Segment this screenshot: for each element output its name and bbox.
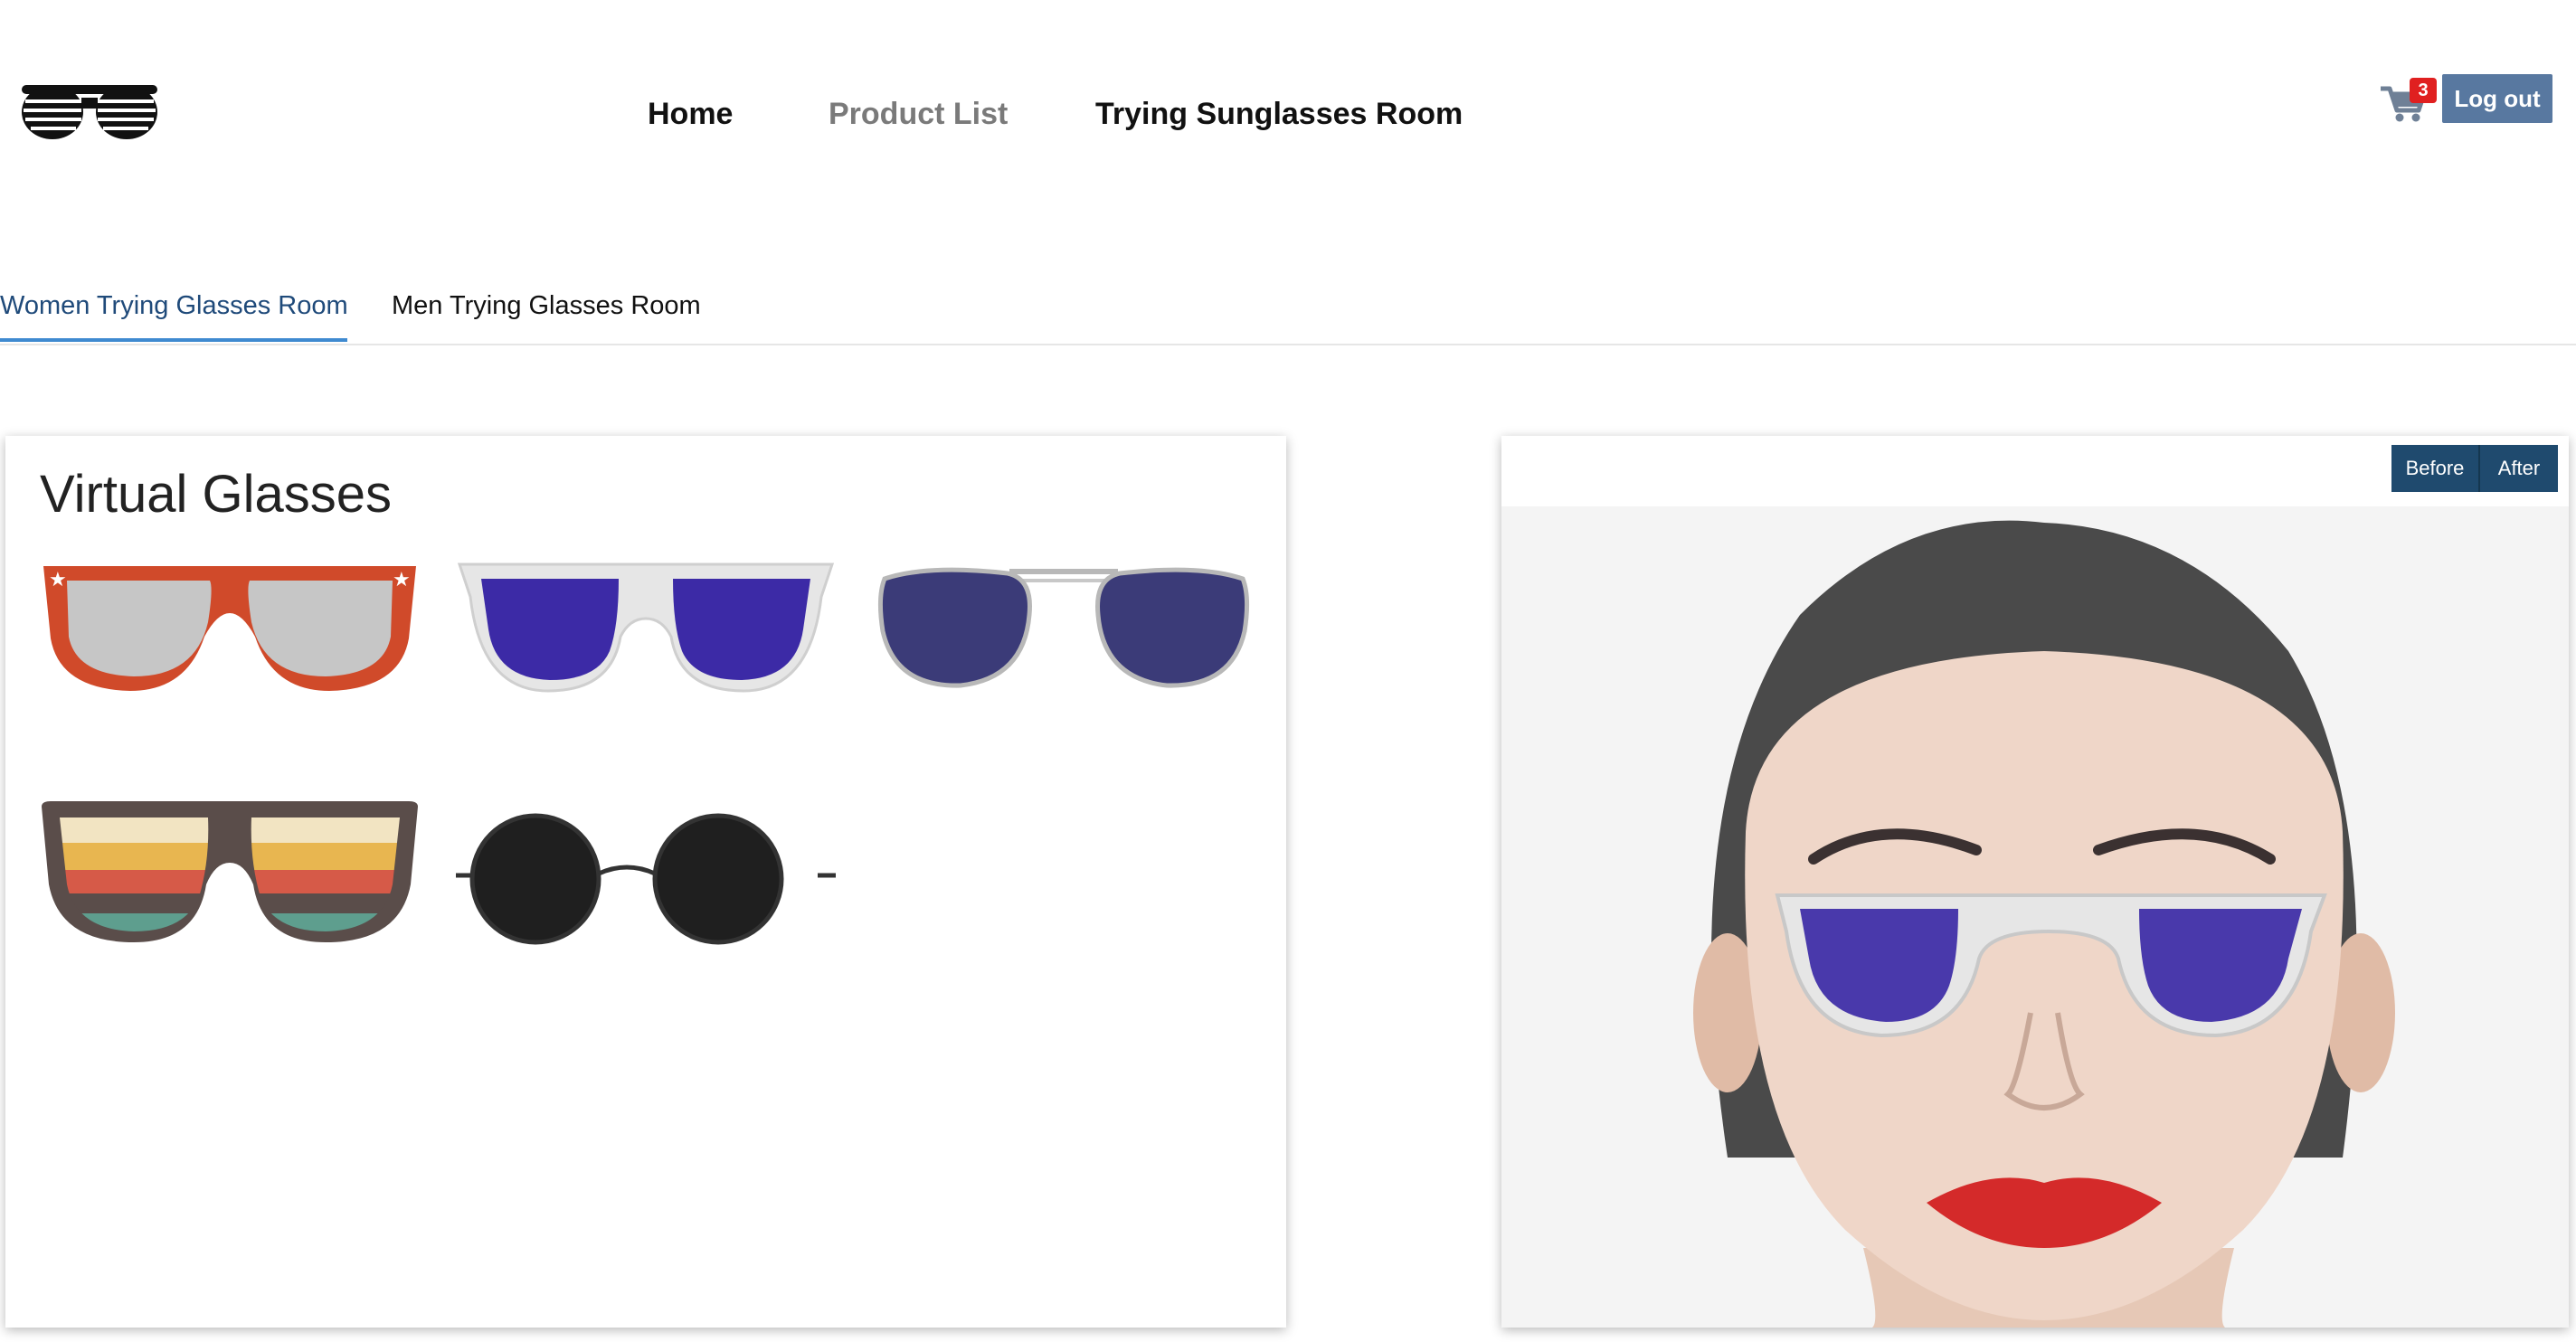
shutter-shades-logo[interactable] (18, 80, 161, 143)
white-frame-purple-lens-sunglasses-icon[interactable] (456, 561, 836, 723)
room-tabs: Women Trying Glasses Room Men Trying Gla… (0, 271, 2576, 345)
red-wayfarer-sunglasses-icon[interactable]: ★ ★ (40, 561, 420, 723)
round-black-sunglasses-icon[interactable] (456, 798, 836, 960)
nav-home-link[interactable]: Home (648, 94, 733, 134)
top-navbar: Home Product List Trying Sunglasses Room… (0, 0, 2576, 226)
svg-text:★: ★ (49, 568, 67, 591)
nav-trying-room-link[interactable]: Trying Sunglasses Room (1095, 94, 1463, 134)
striped-lens-sunglasses-icon[interactable] (40, 798, 420, 960)
cart-count-badge: 3 (2410, 78, 2437, 103)
virtual-glasses-panel: Virtual Glasses ★ ★ (5, 436, 1286, 1328)
tab-men-room[interactable]: Men Trying Glasses Room (392, 288, 701, 324)
active-tab-indicator (0, 338, 347, 342)
try-on-preview-panel: Before After (1501, 436, 2569, 1328)
tab-women-room[interactable]: Women Trying Glasses Room (0, 288, 348, 324)
model-face-photo (1501, 506, 2569, 1328)
svg-text:★: ★ (393, 568, 411, 591)
nav-product-list-link[interactable]: Product List (829, 94, 1008, 134)
before-button[interactable]: Before (2391, 445, 2480, 492)
logout-button[interactable]: Log out (2442, 74, 2552, 123)
after-button[interactable]: After (2480, 445, 2558, 492)
panel-title: Virtual Glasses (40, 465, 392, 524)
navy-aviator-sunglasses-icon[interactable] (874, 561, 1254, 723)
